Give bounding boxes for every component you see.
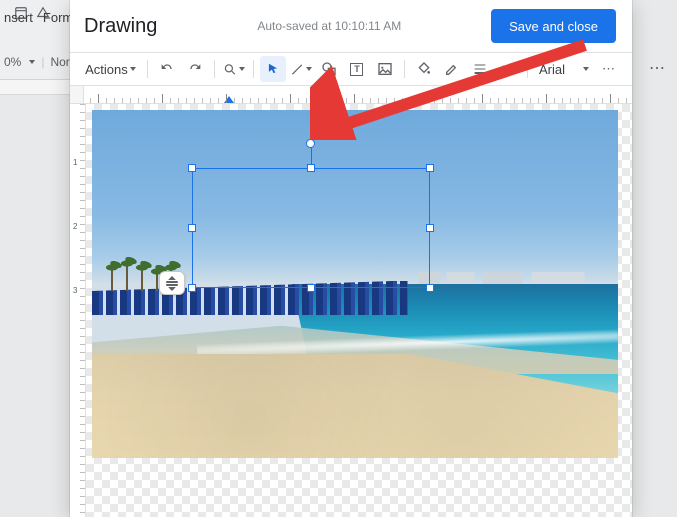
ruler-tick: 2 <box>73 222 77 231</box>
font-selector[interactable]: Arial <box>534 56 594 82</box>
rotation-connector <box>311 147 312 165</box>
vertical-ruler[interactable]: 1 2 3 <box>70 104 86 517</box>
cursor-icon <box>266 62 280 76</box>
chevron-down-icon <box>583 67 589 71</box>
redo-icon <box>187 61 203 77</box>
rotation-handle[interactable] <box>306 139 315 148</box>
resize-handle-mr[interactable] <box>426 224 434 232</box>
fill-color-icon <box>416 61 432 77</box>
resize-handle-bm[interactable] <box>307 284 315 292</box>
separator <box>147 60 148 78</box>
ruler-tick: 3 <box>73 286 77 295</box>
drawing-dialog: Drawing Auto-saved at 10:10:11 AM Save a… <box>70 0 632 517</box>
chevron-down-icon <box>130 67 136 71</box>
horizontal-ruler[interactable] <box>84 86 632 104</box>
line-tool[interactable] <box>288 56 314 82</box>
border-weight-icon <box>472 61 488 77</box>
fill-color-button[interactable] <box>411 56 437 82</box>
actions-label: Actions <box>85 62 128 77</box>
zoom-button[interactable] <box>221 56 247 82</box>
undo-icon <box>159 61 175 77</box>
border-weight-button[interactable] <box>467 56 493 82</box>
image-icon <box>377 61 393 77</box>
pencil-icon <box>444 61 460 77</box>
resize-handle-tm[interactable] <box>307 164 315 172</box>
ruler-corner <box>70 86 84 104</box>
resize-handle-tr[interactable] <box>426 164 434 172</box>
shape-icon <box>321 61 337 77</box>
drawing-canvas[interactable] <box>86 104 632 517</box>
separator <box>214 60 215 78</box>
resize-handle-br[interactable] <box>426 284 434 292</box>
image-tool[interactable] <box>372 56 398 82</box>
separator <box>527 60 528 78</box>
save-and-close-button[interactable]: Save and close <box>491 9 616 43</box>
border-dash-icon <box>500 61 516 77</box>
text-overflow-handle[interactable] <box>159 271 185 295</box>
inserted-image[interactable] <box>92 110 618 458</box>
actions-menu[interactable]: Actions <box>80 56 141 82</box>
selected-text-box[interactable] <box>192 168 430 288</box>
separator <box>253 60 254 78</box>
text-box-icon: T <box>350 63 363 76</box>
text-box-tool[interactable]: T <box>344 56 370 82</box>
ruler-tick: 1 <box>73 158 77 167</box>
dialog-title: Drawing <box>84 15 157 38</box>
autosave-status: Auto-saved at 10:10:11 AM <box>257 19 401 33</box>
resize-handle-tl[interactable] <box>188 164 196 172</box>
line-icon <box>290 62 304 77</box>
more-icon: ⋯ <box>602 61 616 77</box>
select-tool[interactable] <box>260 56 286 82</box>
separator <box>404 60 405 78</box>
indent-marker[interactable] <box>224 96 234 103</box>
canvas-wrap: 1 2 3 <box>70 104 632 517</box>
border-dash-button[interactable] <box>495 56 521 82</box>
undo-button[interactable] <box>154 56 180 82</box>
more-tools-button[interactable]: ⋯ <box>596 56 622 82</box>
dialog-header: Drawing Auto-saved at 10:10:11 AM Save a… <box>70 0 632 52</box>
resize-handle-bl[interactable] <box>188 284 196 292</box>
drawing-toolbar: Actions T <box>70 52 632 86</box>
redo-button[interactable] <box>182 56 208 82</box>
border-color-button[interactable] <box>439 56 465 82</box>
resize-handle-ml[interactable] <box>188 224 196 232</box>
font-label: Arial <box>539 62 565 77</box>
zoom-icon <box>223 62 237 77</box>
chevron-down-icon <box>306 67 312 71</box>
shape-tool[interactable] <box>316 56 342 82</box>
chevron-down-icon <box>239 67 245 71</box>
